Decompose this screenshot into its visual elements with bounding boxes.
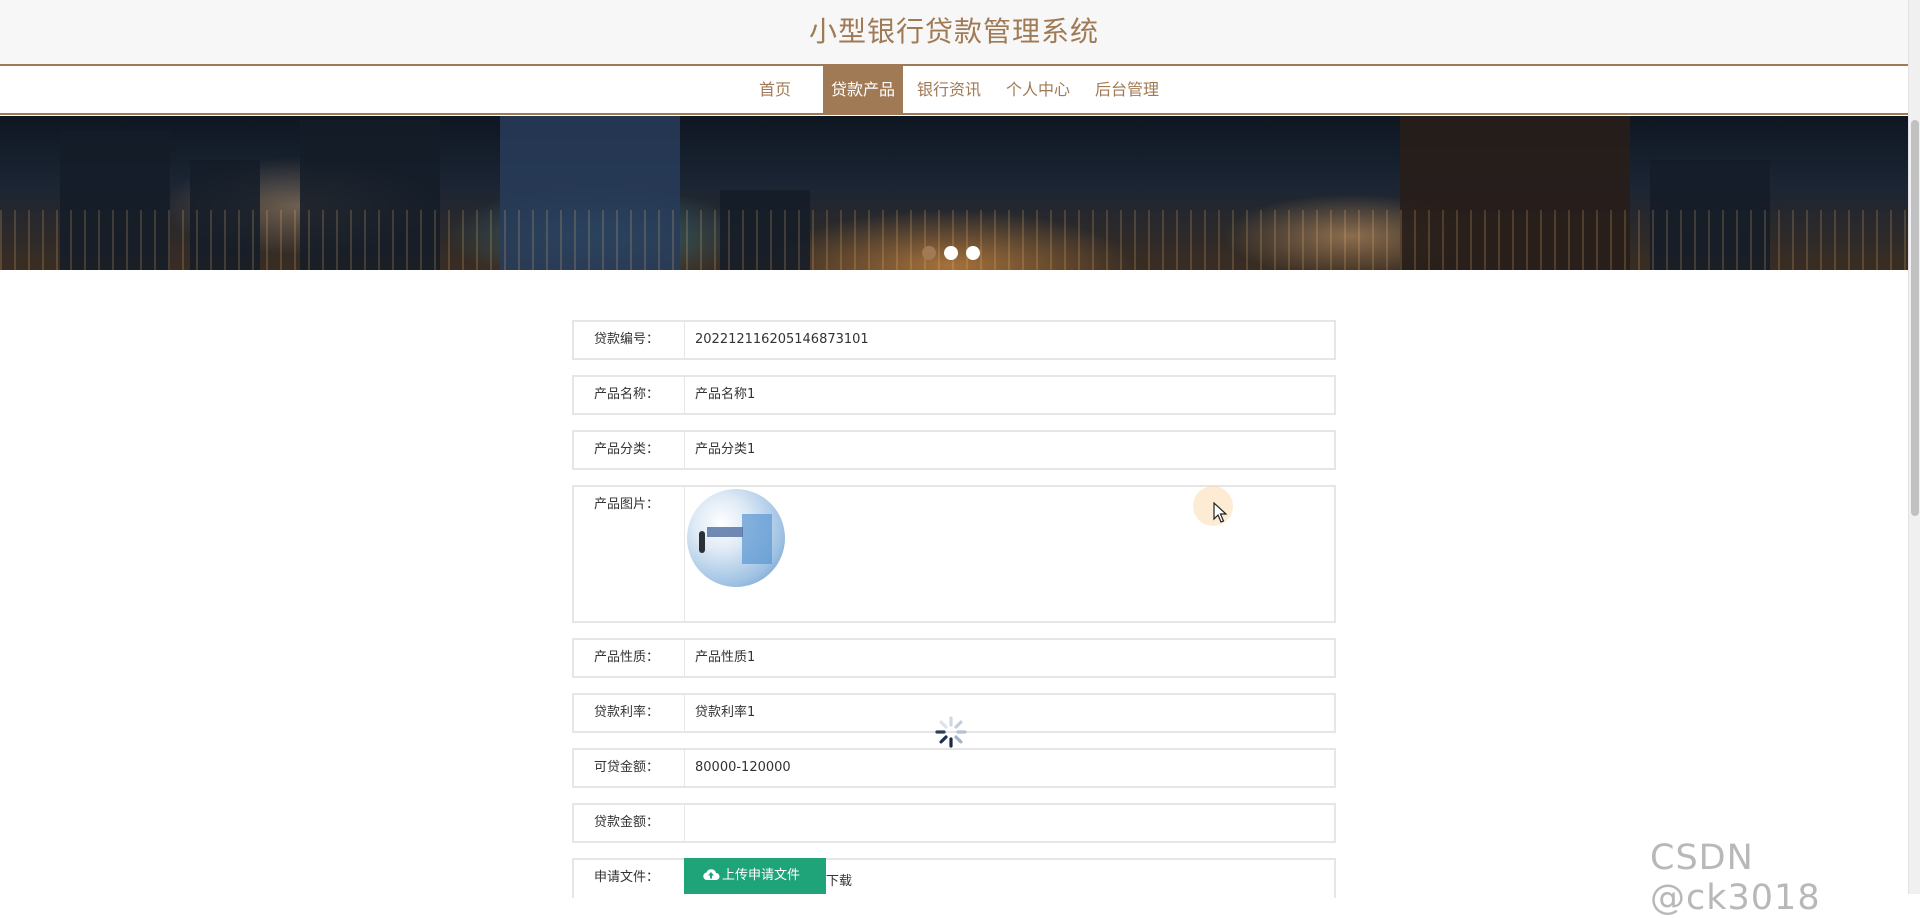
nav-item-admin[interactable]: 后台管理 bbox=[1086, 66, 1168, 113]
mouse-cursor-icon bbox=[1213, 502, 1227, 523]
field-label: 贷款金额： bbox=[594, 815, 660, 830]
loading-spinner-icon bbox=[935, 716, 967, 748]
cloud-upload-icon bbox=[703, 869, 720, 880]
field-label: 贷款利率： bbox=[594, 705, 660, 720]
field-label: 产品分类： bbox=[594, 442, 660, 457]
field-label: 产品图片： bbox=[594, 497, 660, 512]
field-loan-number: 贷款编号： 202212116205146873101 bbox=[572, 320, 1336, 360]
main-nav: 首页 贷款产品 银行资讯 个人中心 后台管理 bbox=[0, 66, 1908, 115]
upload-application-button[interactable]: 上传申请文件 bbox=[684, 858, 826, 894]
field-available-amount: 可贷金额： 80000-120000 bbox=[572, 748, 1336, 788]
page-scrollbar[interactable] bbox=[1908, 0, 1920, 894]
field-label: 贷款编号： bbox=[594, 332, 660, 347]
product-category-input[interactable]: 产品分类1 bbox=[684, 432, 1334, 468]
product-image-area bbox=[684, 487, 1334, 621]
field-product-name: 产品名称： 产品名称1 bbox=[572, 375, 1336, 415]
field-label: 产品性质： bbox=[594, 650, 660, 665]
nav-item-personal-center[interactable]: 个人中心 bbox=[998, 66, 1078, 113]
loan-amount-input[interactable] bbox=[684, 805, 1334, 841]
field-product-category: 产品分类： 产品分类1 bbox=[572, 430, 1336, 470]
field-application-file: 申请文件： 上传申请文件 下载 bbox=[572, 858, 1336, 898]
site-header: 小型银行贷款管理系统 bbox=[0, 0, 1908, 66]
field-product-nature: 产品性质： 产品性质1 bbox=[572, 638, 1336, 678]
carousel-dot-1[interactable] bbox=[922, 246, 936, 260]
loan-rate-input[interactable]: 贷款利率1 bbox=[684, 695, 1334, 731]
field-label: 可贷金额： bbox=[594, 760, 660, 775]
carousel-dot-2[interactable] bbox=[944, 246, 958, 260]
site-title: 小型银行贷款管理系统 bbox=[808, 15, 1099, 48]
available-amount-input[interactable]: 80000-120000 bbox=[684, 750, 1334, 786]
download-link[interactable]: 下载 bbox=[826, 870, 852, 889]
loan-number-input[interactable]: 202212116205146873101 bbox=[684, 322, 1334, 358]
product-nature-input[interactable]: 产品性质1 bbox=[684, 640, 1334, 676]
carousel-dot-3[interactable] bbox=[966, 246, 980, 260]
upload-button-label: 上传申请文件 bbox=[722, 868, 801, 883]
nav-item-loan-products[interactable]: 贷款产品 bbox=[823, 66, 903, 113]
nav-item-bank-news[interactable]: 银行资讯 bbox=[908, 66, 990, 113]
field-loan-amount: 贷款金额： bbox=[572, 803, 1336, 843]
product-image bbox=[687, 489, 785, 587]
field-label: 产品名称： bbox=[594, 387, 660, 402]
product-name-input[interactable]: 产品名称1 bbox=[684, 377, 1334, 413]
watermark: CSDN @ck3018 bbox=[1650, 838, 1821, 918]
scrollbar-thumb[interactable] bbox=[1911, 120, 1919, 516]
field-label: 申请文件： bbox=[594, 870, 660, 885]
nav-item-home[interactable]: 首页 bbox=[742, 66, 808, 113]
